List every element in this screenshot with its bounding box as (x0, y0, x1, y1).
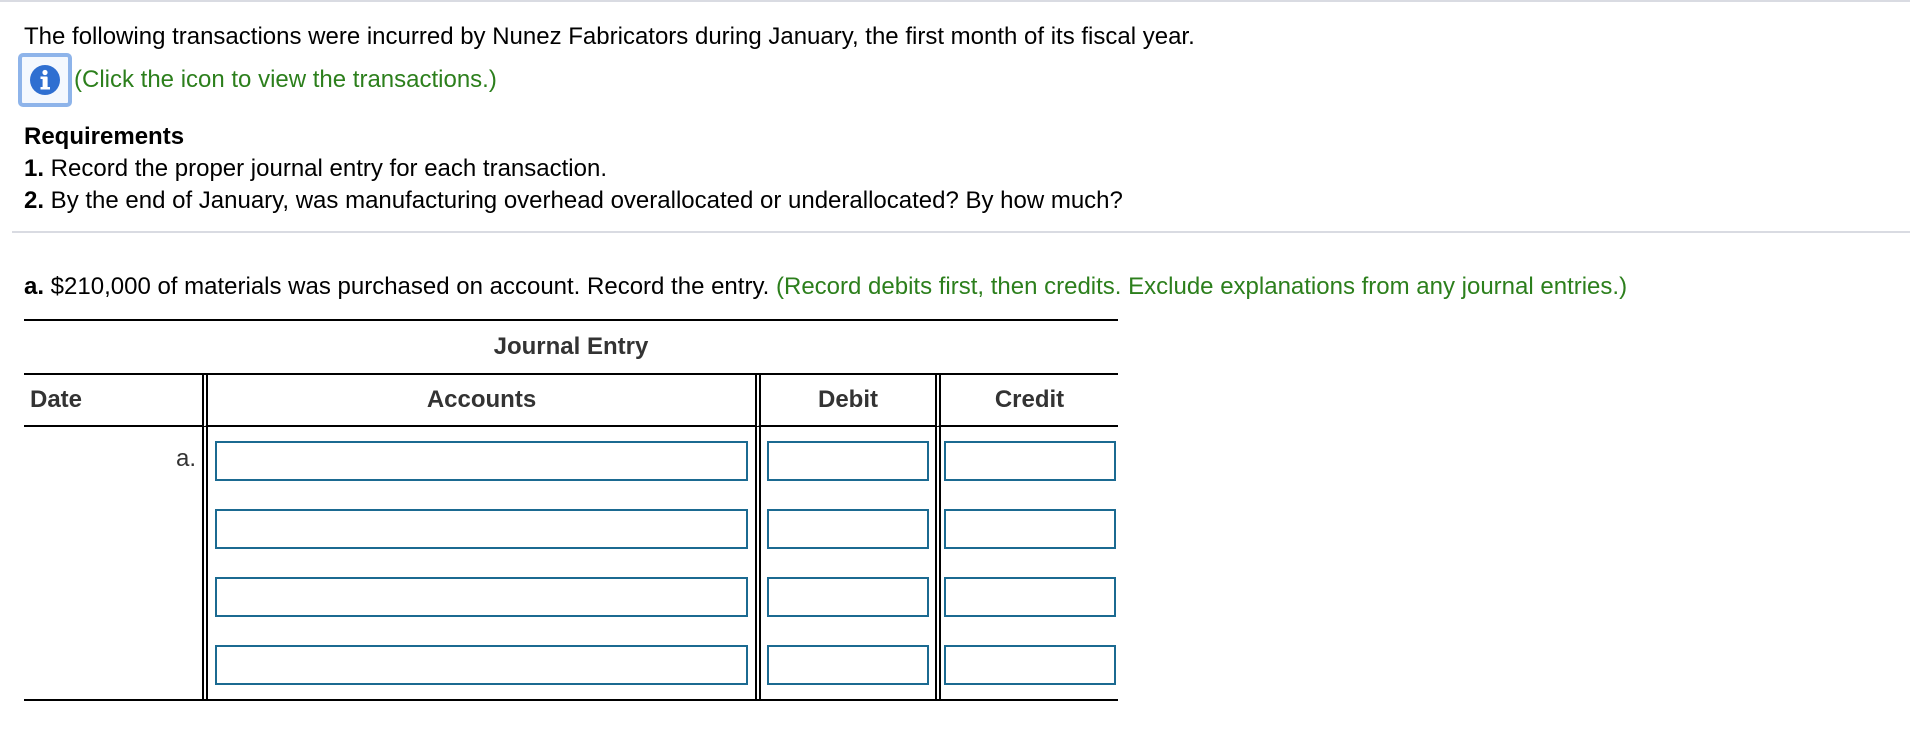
info-circle-icon (30, 65, 60, 95)
question-text: a. $210,000 of materials was purchased o… (24, 272, 1627, 302)
table-row (24, 631, 1118, 699)
debit-cell (755, 495, 935, 563)
debit-cell (755, 427, 935, 495)
credit-cell (935, 427, 1118, 495)
account-input[interactable] (215, 577, 748, 617)
debit-header: Debit (755, 375, 935, 427)
journal-entry-title: Journal Entry (493, 333, 649, 360)
info-row: (Click the icon to view the transactions… (18, 51, 497, 109)
date-header: Date (24, 375, 202, 427)
question-body: $210,000 of materials was purchased on a… (44, 273, 776, 300)
journal-entry-section: Journal Entry Date Accounts Debit Credit… (24, 319, 1118, 701)
credit-input[interactable] (943, 509, 1116, 549)
requirements-title: Requirements (24, 123, 185, 150)
credit-input[interactable] (943, 577, 1116, 617)
table-row (24, 495, 1118, 563)
account-input[interactable] (215, 645, 748, 685)
credit-header: Credit (935, 375, 1118, 427)
date-cell (24, 495, 202, 563)
journal-entry-table: Date Accounts Debit Credit a. (24, 373, 1118, 701)
question-prefix: a. (24, 273, 45, 300)
section-divider (12, 231, 1910, 233)
debit-input[interactable] (767, 441, 929, 481)
view-transactions-link[interactable]: (Click the icon to view the transactions… (74, 65, 497, 95)
table-row (24, 563, 1118, 631)
debit-input[interactable] (767, 509, 929, 549)
date-cell: a. (175, 445, 196, 472)
question-hint: (Record debits first, then credits. Excl… (776, 273, 1628, 300)
requirement-item: 1. Record the proper journal entry for e… (24, 154, 607, 184)
account-cell (202, 563, 755, 631)
credit-input[interactable] (943, 645, 1116, 685)
requirement-item: 2. By the end of January, was manufactur… (24, 186, 1123, 216)
requirement-number: 2. (24, 187, 45, 214)
accounts-header: Accounts (202, 375, 755, 427)
debit-cell (755, 563, 935, 631)
debit-cell (755, 631, 935, 699)
account-input[interactable] (215, 509, 748, 549)
info-button[interactable] (18, 53, 72, 107)
credit-cell (935, 631, 1118, 699)
account-cell (202, 495, 755, 563)
credit-cell (935, 563, 1118, 631)
credit-input[interactable] (943, 441, 1116, 481)
account-cell (202, 631, 755, 699)
credit-cell (935, 495, 1118, 563)
table-row: a. (24, 427, 1118, 495)
account-input[interactable] (215, 441, 748, 481)
requirement-text: By the end of January, was manufacturing… (44, 187, 1123, 214)
intro-text: The following transactions were incurred… (24, 23, 1195, 50)
requirement-text: Record the proper journal entry for each… (44, 155, 607, 182)
date-cell (24, 631, 202, 699)
top-divider (0, 0, 1910, 2)
table-header-row: Date Accounts Debit Credit (24, 375, 1118, 427)
account-cell (202, 427, 755, 495)
debit-input[interactable] (767, 645, 929, 685)
debit-input[interactable] (767, 577, 929, 617)
requirement-number: 1. (24, 155, 45, 182)
date-cell (24, 563, 202, 631)
